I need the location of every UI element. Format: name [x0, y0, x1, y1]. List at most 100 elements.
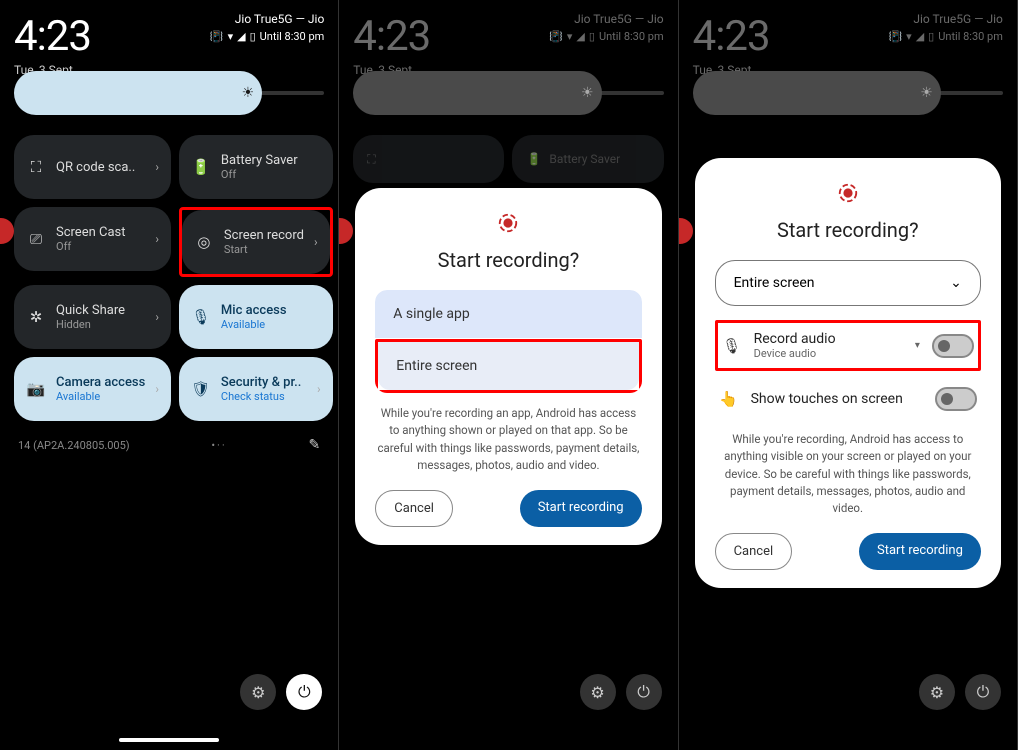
until-time: Until 8:30 pm	[938, 30, 1003, 43]
brightness-slider: ☀	[353, 91, 663, 95]
start-recording-button[interactable]: Start recording	[520, 490, 642, 527]
disclaimer-text: While you're recording an app, Android h…	[377, 405, 639, 474]
mic-icon: 🎙	[722, 337, 742, 355]
carrier: Jio True5G — Jio	[210, 12, 324, 26]
disclaimer-text: While you're recording, Android has acce…	[717, 431, 979, 517]
record-icon	[837, 182, 859, 204]
dialog-title: Start recording?	[715, 218, 981, 242]
recording-dialog: Start recording? A single app Entire scr…	[355, 188, 661, 545]
tile-quick-share[interactable]: ✲ Quick Share Hidden ›	[14, 285, 171, 349]
scope-select-label: Entire screen	[734, 275, 815, 291]
record-audio-label: Record audio	[754, 331, 903, 347]
quick-share-icon: ✲	[26, 308, 46, 326]
signal-icon: ◢	[916, 30, 924, 43]
wifi-icon: ▾	[228, 30, 234, 43]
cancel-button[interactable]: Cancel	[715, 533, 793, 570]
chevron-right-icon: ›	[155, 232, 159, 246]
chevron-right-icon: ›	[155, 160, 159, 174]
start-recording-button[interactable]: Start recording	[859, 533, 981, 570]
status-bar: 4:23 Tue, 3 Sept Jio True5G — Jio 📳 ▾ ◢ …	[679, 0, 1017, 81]
power-button[interactable]: ⏻	[965, 674, 1001, 710]
shield-icon: 🛡	[191, 380, 211, 398]
highlight-screen-record: ◎ Screen record Start ›	[179, 207, 333, 277]
battery-icon: ▯	[928, 30, 934, 43]
gear-icon: ⚙	[590, 683, 604, 702]
tile-security[interactable]: 🛡 Security & pr.. Check status ›	[179, 357, 333, 421]
brightness-icon: ☀	[242, 85, 255, 101]
highlight-record-audio: 🎙 Record audio Device audio ▾	[715, 320, 981, 371]
battery-icon: ▯	[250, 30, 256, 43]
power-icon: ⏻	[977, 682, 990, 702]
brightness-slider[interactable]: ☀	[14, 91, 324, 95]
chevron-down-icon[interactable]: ▾	[915, 340, 920, 351]
recording-indicator	[679, 218, 693, 244]
tile-qr-scanner[interactable]: ⛶ QR code sca.. ›	[14, 135, 171, 199]
nav-handle[interactable]	[119, 738, 219, 742]
tile-battery-saver[interactable]: 🔋 Battery Saver Off	[179, 135, 333, 199]
build-number: 14 (AP2A.240805.005)	[18, 439, 130, 452]
brightness-slider: ☀	[693, 91, 1003, 95]
chevron-right-icon: ›	[155, 310, 159, 324]
bg-tile: 🔋 Battery Saver	[512, 135, 663, 183]
record-icon	[497, 212, 519, 234]
clock: 4:23	[693, 12, 770, 61]
chevron-right-icon: ›	[317, 382, 321, 396]
highlight-entire-screen: Entire screen	[375, 339, 641, 393]
gear-icon: ⚙	[251, 683, 265, 702]
cancel-button[interactable]: Cancel	[375, 490, 453, 527]
brightness-icon: ☀	[920, 85, 933, 101]
screen-recording-options: 4:23 Tue, 3 Sept Jio True5G — Jio 📳 ▾ ◢ …	[679, 0, 1018, 750]
record-audio-sub: Device audio	[754, 347, 903, 360]
power-icon: ⏻	[298, 682, 311, 702]
cast-icon: ⎚	[26, 230, 46, 248]
tile-mic-access[interactable]: 🎙 Mic access Available	[179, 285, 333, 349]
battery-icon: ▯	[589, 30, 595, 43]
settings-button[interactable]: ⚙	[580, 674, 616, 710]
gear-icon: ⚙	[930, 683, 944, 702]
chevron-right-icon: ›	[314, 235, 318, 249]
screen-quick-settings: 4:23 Tue, 3 Sept Jio True5G — Jio 📳 ▾ ◢ …	[0, 0, 339, 750]
edit-icon[interactable]: ✎	[309, 437, 321, 453]
touch-icon: 👆	[719, 390, 739, 408]
option-entire-screen[interactable]: Entire screen	[378, 342, 638, 390]
show-touches-toggle[interactable]	[935, 387, 977, 411]
tile-screen-cast[interactable]: ⎚ Screen Cast Off ›	[14, 207, 171, 271]
power-button[interactable]: ⏻	[286, 674, 322, 710]
recording-dialog: Start recording? Entire screen ⌄ 🎙 Recor…	[695, 158, 1001, 588]
qr-icon: ⛶	[26, 158, 46, 176]
camera-icon: 📷	[26, 380, 46, 398]
vibrate-icon: 📳	[888, 30, 902, 43]
power-icon: ⏻	[637, 682, 650, 702]
screen-choose-scope: 4:23 Tue, 3 Sept Jio True5G — Jio 📳 ▾ ◢ …	[339, 0, 678, 750]
show-touches-row: 👆 Show touches on screen	[715, 377, 981, 421]
record-audio-toggle[interactable]	[932, 334, 974, 358]
recording-indicator	[339, 218, 353, 244]
signal-icon: ◢	[237, 30, 245, 43]
carrier: Jio True5G — Jio	[549, 12, 663, 26]
power-button[interactable]: ⏻	[626, 674, 662, 710]
vibrate-icon: 📳	[210, 30, 224, 43]
scope-select[interactable]: Entire screen ⌄	[715, 260, 981, 306]
signal-icon: ◢	[576, 30, 584, 43]
record-icon: ◎	[194, 233, 214, 251]
settings-button[interactable]: ⚙	[240, 674, 276, 710]
wifi-icon: ▾	[567, 30, 573, 43]
tile-camera-access[interactable]: 📷 Camera access Available ›	[14, 357, 171, 421]
vibrate-icon: 📳	[549, 30, 563, 43]
settings-button[interactable]: ⚙	[919, 674, 955, 710]
battery-saver-icon: 🔋	[191, 158, 211, 176]
option-single-app[interactable]: A single app	[375, 290, 641, 339]
status-bar: 4:23 Tue, 3 Sept Jio True5G — Jio 📳 ▾ ◢ …	[339, 0, 677, 81]
clock: 4:23	[14, 12, 91, 61]
carrier: Jio True5G — Jio	[888, 12, 1002, 26]
chevron-right-icon: ›	[155, 382, 159, 396]
mic-icon: 🎙	[191, 308, 211, 326]
status-bar: 4:23 Tue, 3 Sept Jio True5G — Jio 📳 ▾ ◢ …	[0, 0, 338, 81]
bg-tile: ⛶	[353, 135, 504, 183]
until-time: Until 8:30 pm	[599, 30, 664, 43]
page-indicator: •··	[211, 439, 226, 452]
show-touches-label: Show touches on screen	[751, 391, 923, 407]
until-time: Until 8:30 pm	[260, 30, 325, 43]
dialog-title: Start recording?	[375, 248, 641, 272]
tile-screen-record[interactable]: ◎ Screen record Start ›	[182, 210, 330, 274]
